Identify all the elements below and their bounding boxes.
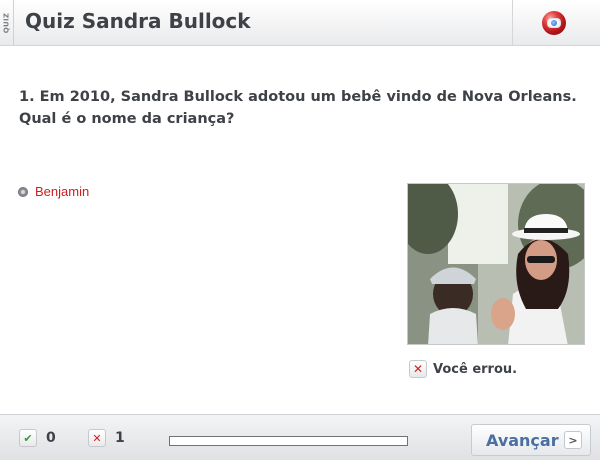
quiz-side-tag: QUIZ (0, 0, 14, 46)
progress-bar (169, 436, 408, 446)
header-divider (512, 0, 513, 46)
globo-logo-dot (551, 20, 557, 26)
wrong-score: ✕ 1 (88, 429, 125, 447)
answer-option[interactable]: Benjamin (18, 184, 89, 199)
x-mark-icon: ✕ (88, 429, 106, 447)
question-photo (407, 183, 585, 345)
header-bar: QUIZ Quiz Sandra Bullock (0, 0, 600, 46)
next-button[interactable]: Avançar > (471, 424, 591, 456)
check-icon: ✔ (19, 429, 37, 447)
correct-count: 0 (46, 430, 56, 446)
correct-score: ✔ 0 (19, 429, 56, 447)
photo-illustration (408, 184, 584, 344)
wrong-count: 1 (115, 430, 125, 446)
result-text: Você errou. (433, 361, 518, 377)
radio-icon[interactable] (18, 186, 28, 197)
answer-result: ✕ Você errou. (409, 360, 517, 378)
question-text: 1. Em 2010, Sandra Bullock adotou um beb… (19, 89, 577, 127)
chevron-right-icon[interactable]: > (564, 431, 582, 449)
next-button-label: Avançar (486, 430, 559, 450)
page-title: Quiz Sandra Bullock (25, 9, 251, 33)
footer-bar: ✔ 0 ✕ 1 Avançar > (0, 414, 600, 460)
quiz-tag-label: QUIZ (2, 12, 11, 34)
answer-option-label: Benjamin (35, 184, 90, 199)
x-mark-icon: ✕ (409, 360, 427, 378)
globo-logo-icon (542, 11, 566, 35)
